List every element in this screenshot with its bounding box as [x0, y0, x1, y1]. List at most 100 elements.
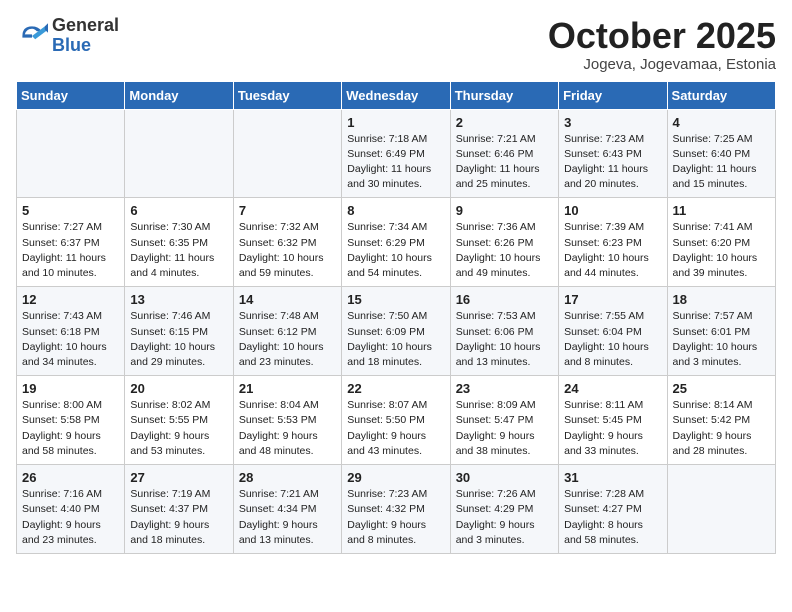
day-info: Sunrise: 8:11 AM Sunset: 5:45 PM Dayligh…	[564, 398, 661, 459]
calendar-cell: 7 Sunrise: 7:32 AM Sunset: 6:32 PM Daylig…	[233, 198, 341, 287]
calendar-cell: 18 Sunrise: 7:57 AM Sunset: 6:01 PM Dayli…	[667, 287, 775, 376]
header-row: SundayMondayTuesdayWednesdayThursdayFrid…	[17, 81, 776, 109]
day-number: 31	[564, 470, 661, 485]
calendar-cell: 23Sunrise: 8:09 AM Sunset: 5:47 PM Dayli…	[450, 376, 558, 465]
header-day-sunday: Sunday	[17, 81, 125, 109]
calendar-week-2: 12 Sunrise: 7:43 AM Sunset: 6:18 PM Dayli…	[17, 287, 776, 376]
calendar-cell: 25Sunrise: 8:14 AM Sunset: 5:42 PM Dayli…	[667, 376, 775, 465]
calendar-cell: 11 Sunrise: 7:41 AM Sunset: 6:20 PM Dayli…	[667, 198, 775, 287]
day-number: 25	[673, 381, 770, 396]
calendar-cell: 4 Sunrise: 7:25 AM Sunset: 6:40 PM Daylig…	[667, 109, 775, 198]
calendar-cell: 12 Sunrise: 7:43 AM Sunset: 6:18 PM Dayli…	[17, 287, 125, 376]
month-title: October 2025	[548, 16, 776, 56]
day-number: 29	[347, 470, 444, 485]
day-info: Sunrise: 8:00 AM Sunset: 5:58 PM Dayligh…	[22, 398, 119, 459]
day-info: Sunrise: 7:41 AM Sunset: 6:20 PM Dayligh…	[673, 220, 770, 281]
day-info: Sunrise: 7:18 AM Sunset: 6:49 PM Dayligh…	[347, 132, 444, 193]
calendar-cell: 8 Sunrise: 7:34 AM Sunset: 6:29 PM Daylig…	[342, 198, 450, 287]
day-number: 12	[22, 292, 119, 307]
day-info: Sunrise: 7:30 AM Sunset: 6:35 PM Dayligh…	[130, 220, 227, 281]
calendar-cell: 30Sunrise: 7:26 AM Sunset: 4:29 PM Dayli…	[450, 465, 558, 554]
day-number: 9	[456, 203, 553, 218]
calendar-cell: 26 Sunrise: 7:16 AM Sunset: 4:40 PM Dayli…	[17, 465, 125, 554]
calendar-cell: 16 Sunrise: 7:53 AM Sunset: 6:06 PM Dayli…	[450, 287, 558, 376]
calendar-cell: 28 Sunrise: 7:21 AM Sunset: 4:34 PM Dayli…	[233, 465, 341, 554]
day-number: 16	[456, 292, 553, 307]
calendar-week-3: 19 Sunrise: 8:00 AM Sunset: 5:58 PM Dayli…	[17, 376, 776, 465]
calendar-body: 1 Sunrise: 7:18 AM Sunset: 6:49 PM Daylig…	[17, 109, 776, 553]
calendar-cell	[17, 109, 125, 198]
day-number: 27	[130, 470, 227, 485]
day-info: Sunrise: 7:25 AM Sunset: 6:40 PM Dayligh…	[673, 132, 770, 193]
calendar-table: SundayMondayTuesdayWednesdayThursdayFrid…	[16, 81, 776, 554]
calendar-cell: 20 Sunrise: 8:02 AM Sunset: 5:55 PM Dayli…	[125, 376, 233, 465]
calendar-cell	[233, 109, 341, 198]
day-info: Sunrise: 8:02 AM Sunset: 5:55 PM Dayligh…	[130, 398, 227, 459]
calendar-cell: 27 Sunrise: 7:19 AM Sunset: 4:37 PM Dayli…	[125, 465, 233, 554]
calendar-cell: 14 Sunrise: 7:48 AM Sunset: 6:12 PM Dayli…	[233, 287, 341, 376]
logo: General Blue	[16, 16, 119, 56]
day-info: Sunrise: 7:32 AM Sunset: 6:32 PM Dayligh…	[239, 220, 336, 281]
day-info: Sunrise: 7:19 AM Sunset: 4:37 PM Dayligh…	[130, 487, 227, 548]
title-block: October 2025 Jogeva, Jogevamaa, Estonia	[548, 16, 776, 73]
calendar-week-1: 5Sunrise: 7:27 AM Sunset: 6:37 PM Daylig…	[17, 198, 776, 287]
day-number: 17	[564, 292, 661, 307]
day-number: 18	[673, 292, 770, 307]
day-info: Sunrise: 7:23 AM Sunset: 4:32 PM Dayligh…	[347, 487, 444, 548]
calendar-cell: 21Sunrise: 8:04 AM Sunset: 5:53 PM Dayli…	[233, 376, 341, 465]
header-day-saturday: Saturday	[667, 81, 775, 109]
calendar-cell	[667, 465, 775, 554]
day-info: Sunrise: 7:34 AM Sunset: 6:29 PM Dayligh…	[347, 220, 444, 281]
day-number: 22	[347, 381, 444, 396]
day-number: 20	[130, 381, 227, 396]
day-info: Sunrise: 8:04 AM Sunset: 5:53 PM Dayligh…	[239, 398, 336, 459]
day-number: 11	[673, 203, 770, 218]
calendar-cell: 15Sunrise: 7:50 AM Sunset: 6:09 PM Dayli…	[342, 287, 450, 376]
calendar-cell: 19 Sunrise: 8:00 AM Sunset: 5:58 PM Dayli…	[17, 376, 125, 465]
day-number: 26	[22, 470, 119, 485]
day-info: Sunrise: 7:21 AM Sunset: 6:46 PM Dayligh…	[456, 132, 553, 193]
day-info: Sunrise: 7:50 AM Sunset: 6:09 PM Dayligh…	[347, 309, 444, 370]
day-info: Sunrise: 7:16 AM Sunset: 4:40 PM Dayligh…	[22, 487, 119, 548]
calendar-week-4: 26 Sunrise: 7:16 AM Sunset: 4:40 PM Dayli…	[17, 465, 776, 554]
calendar-cell: 3Sunrise: 7:23 AM Sunset: 6:43 PM Daylig…	[559, 109, 667, 198]
calendar-cell: 22Sunrise: 8:07 AM Sunset: 5:50 PM Dayli…	[342, 376, 450, 465]
day-info: Sunrise: 7:46 AM Sunset: 6:15 PM Dayligh…	[130, 309, 227, 370]
calendar-cell: 13Sunrise: 7:46 AM Sunset: 6:15 PM Dayli…	[125, 287, 233, 376]
header-day-thursday: Thursday	[450, 81, 558, 109]
calendar-header: SundayMondayTuesdayWednesdayThursdayFrid…	[17, 81, 776, 109]
header-day-monday: Monday	[125, 81, 233, 109]
page-header: General Blue October 2025 Jogeva, Jogeva…	[16, 16, 776, 73]
calendar-cell: 5Sunrise: 7:27 AM Sunset: 6:37 PM Daylig…	[17, 198, 125, 287]
calendar-cell: 9Sunrise: 7:36 AM Sunset: 6:26 PM Daylig…	[450, 198, 558, 287]
day-number: 2	[456, 115, 553, 130]
header-day-tuesday: Tuesday	[233, 81, 341, 109]
day-info: Sunrise: 7:39 AM Sunset: 6:23 PM Dayligh…	[564, 220, 661, 281]
day-info: Sunrise: 7:57 AM Sunset: 6:01 PM Dayligh…	[673, 309, 770, 370]
calendar-cell: 29 Sunrise: 7:23 AM Sunset: 4:32 PM Dayli…	[342, 465, 450, 554]
day-number: 28	[239, 470, 336, 485]
day-number: 19	[22, 381, 119, 396]
day-info: Sunrise: 7:55 AM Sunset: 6:04 PM Dayligh…	[564, 309, 661, 370]
day-info: Sunrise: 7:27 AM Sunset: 6:37 PM Dayligh…	[22, 220, 119, 281]
day-number: 10	[564, 203, 661, 218]
day-number: 7	[239, 203, 336, 218]
day-info: Sunrise: 7:28 AM Sunset: 4:27 PM Dayligh…	[564, 487, 661, 548]
day-info: Sunrise: 7:43 AM Sunset: 6:18 PM Dayligh…	[22, 309, 119, 370]
calendar-cell: 31 Sunrise: 7:28 AM Sunset: 4:27 PM Dayli…	[559, 465, 667, 554]
day-number: 8	[347, 203, 444, 218]
day-number: 14	[239, 292, 336, 307]
day-info: Sunrise: 7:48 AM Sunset: 6:12 PM Dayligh…	[239, 309, 336, 370]
day-number: 24	[564, 381, 661, 396]
day-number: 4	[673, 115, 770, 130]
calendar-cell: 17 Sunrise: 7:55 AM Sunset: 6:04 PM Dayli…	[559, 287, 667, 376]
day-number: 1	[347, 115, 444, 130]
day-number: 6	[130, 203, 227, 218]
calendar-week-0: 1 Sunrise: 7:18 AM Sunset: 6:49 PM Daylig…	[17, 109, 776, 198]
day-info: Sunrise: 7:53 AM Sunset: 6:06 PM Dayligh…	[456, 309, 553, 370]
logo-text: General Blue	[52, 16, 119, 56]
calendar-cell: 6 Sunrise: 7:30 AM Sunset: 6:35 PM Daylig…	[125, 198, 233, 287]
day-number: 3	[564, 115, 661, 130]
logo-icon	[16, 20, 48, 52]
day-info: Sunrise: 7:21 AM Sunset: 4:34 PM Dayligh…	[239, 487, 336, 548]
